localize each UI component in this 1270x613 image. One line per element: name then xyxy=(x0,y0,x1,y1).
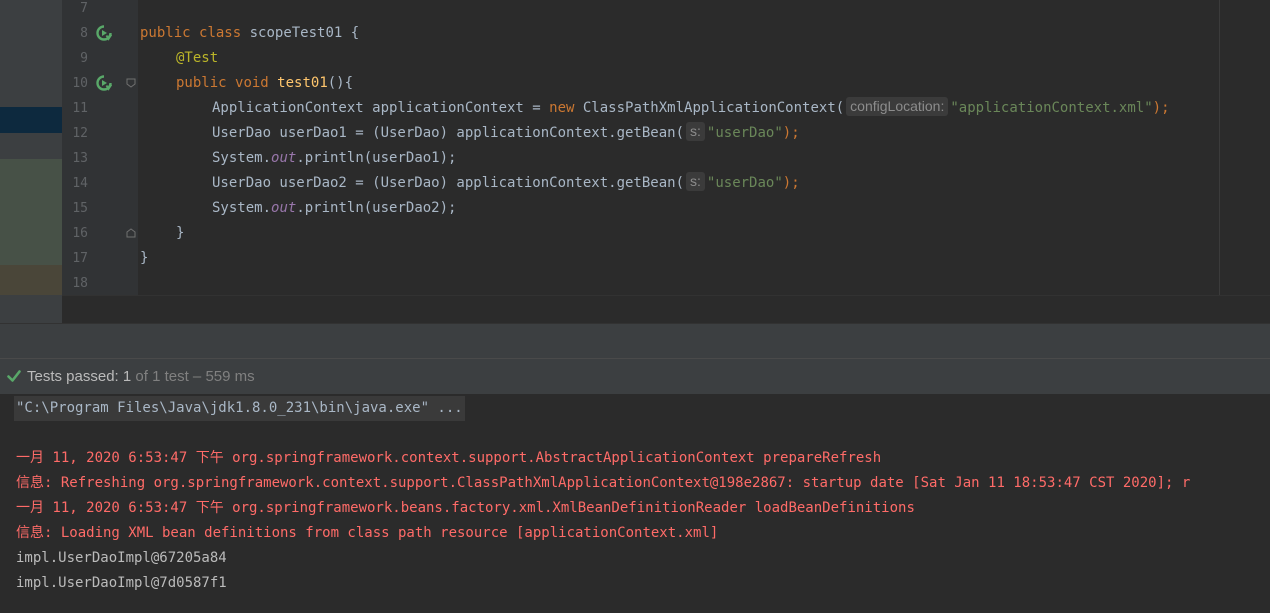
code-text: UserDao userDao2 = (UserDao) application… xyxy=(212,175,685,191)
static-field: out xyxy=(271,150,297,166)
code-line: System.out.println(userDao1); xyxy=(212,146,456,171)
code-text: ClassPathXmlApplicationContext( xyxy=(574,100,845,116)
project-panel-highlight-2 xyxy=(0,265,62,295)
line-number: 13 xyxy=(72,151,88,166)
code-line: UserDao userDao2 = (UserDao) application… xyxy=(212,171,800,196)
status-label: Tests passed: xyxy=(27,368,123,385)
project-selected-item[interactable] xyxy=(0,107,62,133)
line-number: 17 xyxy=(72,251,88,266)
string-literal: "userDao" xyxy=(706,125,783,141)
code-line: } xyxy=(140,250,149,266)
string-literal: "applicationContext.xml" xyxy=(950,100,1153,116)
project-panel-area xyxy=(0,133,62,159)
static-field: out xyxy=(271,200,297,216)
console-log-line: 信息: Refreshing org.springframework.conte… xyxy=(16,475,1191,491)
editor-bottom-area xyxy=(62,295,1270,323)
code-text: System. xyxy=(212,150,272,166)
fold-marker-icon[interactable] xyxy=(126,78,136,88)
code-line: System.out.println(userDao2); xyxy=(212,196,456,221)
console-command-line[interactable]: "C:\Program Files\Java\jdk1.8.0_231\bin\… xyxy=(14,396,465,421)
right-margin-guide xyxy=(1219,0,1220,295)
keyword: public xyxy=(140,25,191,41)
keyword: void xyxy=(235,75,269,91)
code-line: public void test01(){ xyxy=(176,71,353,96)
code-line: UserDao userDao1 = (UserDao) application… xyxy=(212,121,800,146)
annotation: @Test xyxy=(176,50,219,66)
console-output-line: impl.UserDaoImpl@67205a84 xyxy=(16,550,227,566)
console-log-line: 信息: Loading XML bean definitions from cl… xyxy=(16,525,719,541)
code-text: ); xyxy=(1152,100,1170,116)
line-number: 9 xyxy=(80,51,88,66)
code-text: (){ xyxy=(327,75,354,91)
code-text: ); xyxy=(782,125,800,141)
code-text: .println(userDao1); xyxy=(296,150,457,166)
line-number: 16 xyxy=(72,226,88,241)
project-panel-area xyxy=(0,295,62,323)
project-panel-area xyxy=(0,0,62,107)
keyword: public xyxy=(176,75,227,91)
code-text: ); xyxy=(782,175,800,191)
console-log-line: 一月 11, 2020 6:53:47 下午 org.springframewo… xyxy=(16,450,882,466)
line-number: 10 xyxy=(72,76,88,91)
code-line: ApplicationContext applicationContext = … xyxy=(212,96,1170,121)
code-text: UserDao userDao1 = (UserDao) application… xyxy=(212,125,685,141)
line-number: 15 xyxy=(72,201,88,216)
code-text: .println(userDao2); xyxy=(296,200,457,216)
code-text: System. xyxy=(212,200,272,216)
console-output-line: impl.UserDaoImpl@7d0587f1 xyxy=(16,575,227,591)
line-number: 14 xyxy=(72,176,88,191)
passed-count: 1 xyxy=(122,368,132,385)
method-name: test01 xyxy=(277,75,328,91)
keyword: new xyxy=(549,100,575,116)
status-detail: of 1 test – 559 ms xyxy=(131,368,255,385)
code-line: @Test xyxy=(176,46,218,71)
line-number: 7 xyxy=(80,1,88,16)
console-log-line: 一月 11, 2020 6:53:47 下午 org.springframewo… xyxy=(16,500,915,516)
line-number: 8 xyxy=(80,26,88,41)
line-number: 18 xyxy=(72,276,88,291)
splitter-bar[interactable] xyxy=(0,323,1270,358)
line-number: 12 xyxy=(72,126,88,141)
test-status: Tests passed: 1 of 1 test – 559 ms xyxy=(27,368,255,385)
run-test-method-icon[interactable] xyxy=(96,75,112,91)
code-line: } xyxy=(176,225,185,241)
keyword: class xyxy=(199,25,242,41)
checkmark-icon xyxy=(7,370,21,382)
code-text: scopeTest01 { xyxy=(241,25,360,41)
string-literal: "userDao" xyxy=(706,175,783,191)
fold-end-marker-icon[interactable] xyxy=(126,228,136,238)
code-text: ApplicationContext applicationContext = xyxy=(212,100,550,116)
code-line: public class scopeTest01 { xyxy=(140,21,359,46)
line-number: 11 xyxy=(72,101,88,116)
parameter-hint: s: xyxy=(686,122,705,141)
parameter-hint: configLocation: xyxy=(846,97,949,116)
run-test-class-icon[interactable] xyxy=(96,25,112,41)
parameter-hint: s: xyxy=(686,172,705,191)
project-panel-edge xyxy=(0,0,62,323)
project-panel-highlight xyxy=(0,159,62,265)
